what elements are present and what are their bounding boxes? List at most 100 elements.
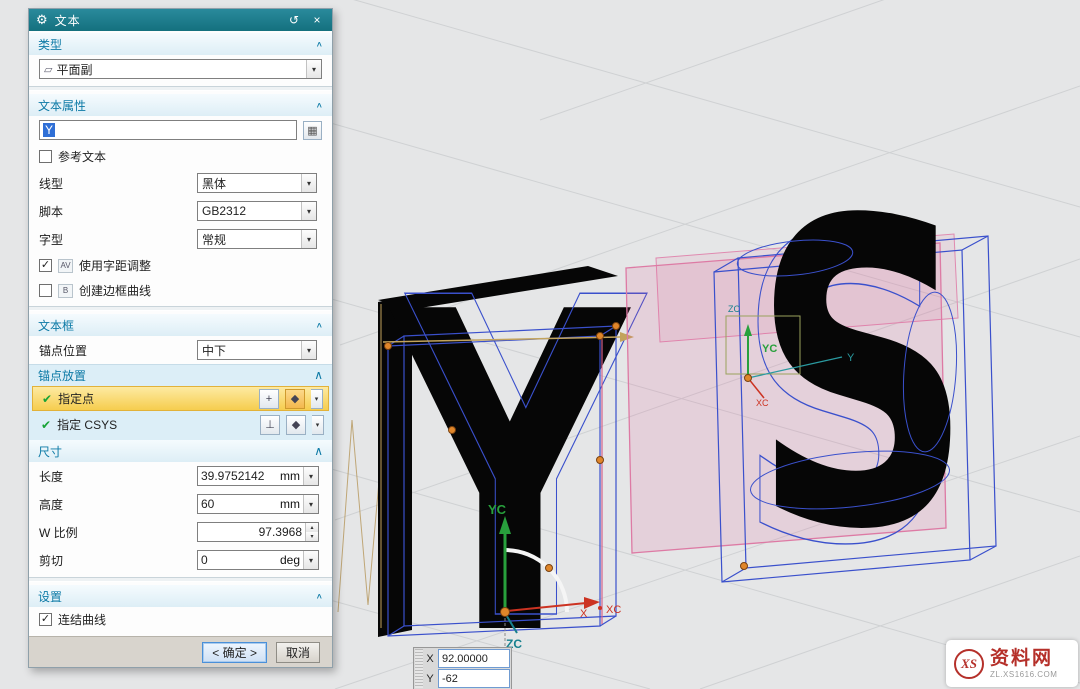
spinner-down-icon[interactable]: ▾ <box>306 532 318 541</box>
specify-point-row[interactable]: ✔ 指定点 + ◆ ▾ <box>32 386 329 411</box>
text-editor-button[interactable]: ▦ <box>303 121 322 140</box>
dialog-titlebar[interactable]: ⚙ 文本 ↺ × <box>29 9 332 31</box>
type-select-value: 平面副 <box>56 61 306 78</box>
chevron-up-icon[interactable]: ∧ <box>314 444 323 458</box>
border-curves-label: 创建边框曲线 <box>79 282 151 299</box>
shear-unit: deg <box>277 553 303 567</box>
watermark-site: ZL.XS1616.COM <box>990 670 1057 679</box>
chevron-up-icon[interactable]: ∧ <box>314 368 323 382</box>
green-check-icon: ✔ <box>41 418 51 432</box>
subsection-header-size[interactable]: 尺寸 ∧ <box>29 440 332 462</box>
gear-icon: ⚙ <box>36 12 48 28</box>
text-props-label: 文本属性 <box>38 97 316 114</box>
text-frame-label: 文本框 <box>38 317 316 334</box>
font-label: 线型 <box>39 175 191 192</box>
reset-icon[interactable]: ↺ <box>286 13 302 27</box>
ok-button[interactable]: < 确定 > <box>202 642 267 663</box>
height-value: 60 <box>198 497 277 511</box>
green-check-icon: ✔ <box>42 392 52 406</box>
reference-text-checkbox[interactable] <box>39 150 52 163</box>
length-row: 长度 39.9752142 mm ▾ <box>29 462 332 490</box>
anchor-position-value: 中下 <box>202 342 301 359</box>
anchor-placement-panel: 锚点放置 ∧ ✔ 指定点 + ◆ ▾ ✔ 指定 CSYS ⊥ ◆ ▾ <box>29 364 332 440</box>
chevron-down-icon[interactable]: ▾ <box>301 174 316 192</box>
point-constructor-button[interactable]: + <box>259 389 279 409</box>
subsection-header-anchor-placement[interactable]: 锚点放置 ∧ <box>29 365 332 385</box>
height-input[interactable]: 60 mm ▾ <box>197 494 319 514</box>
section-divider <box>29 306 332 311</box>
join-curves-label: 连结曲线 <box>58 611 106 628</box>
cancel-button[interactable]: 取消 <box>276 642 320 663</box>
border-curves-checkbox[interactable] <box>39 284 52 297</box>
specify-csys-row[interactable]: ✔ 指定 CSYS ⊥ ◆ ▾ <box>32 412 329 437</box>
kerning-icon: AV <box>58 259 73 273</box>
shear-unit-arrow[interactable]: ▾ <box>303 551 318 569</box>
shear-value: 0 <box>198 553 277 567</box>
specify-point-label: 指定点 <box>58 390 253 407</box>
height-row: 高度 60 mm ▾ <box>29 490 332 518</box>
length-input[interactable]: 39.9752142 mm ▾ <box>197 466 319 486</box>
section-header-text-properties[interactable]: 文本属性 ∧ <box>29 94 332 116</box>
text-dialog: ⚙ 文本 ↺ × 类型 ∧ ▱ 平面副 ▾ 文本属性 ∧ Y ▦ <box>28 8 333 668</box>
y-coordinate-input[interactable]: -62 <box>438 669 510 688</box>
shear-row: 剪切 0 deg ▾ <box>29 546 332 574</box>
section-header-text-frame[interactable]: 文本框 ∧ <box>29 314 332 336</box>
letter-s-face[interactable]: S <box>752 132 973 621</box>
font-select[interactable]: 黑体 ▾ <box>197 173 317 193</box>
x-coordinate-label: X <box>425 653 435 665</box>
watermark-logo: XS <box>954 649 984 679</box>
script-row: 脚本 GB2312 ▾ <box>29 197 332 225</box>
anchor-position-label: 锚点位置 <box>39 342 191 359</box>
length-label: 长度 <box>39 468 191 485</box>
style-select-value: 常规 <box>202 231 301 248</box>
watermark-name: 资料网 <box>990 648 1057 670</box>
script-select[interactable]: GB2312 ▾ <box>197 201 317 221</box>
shear-input[interactable]: 0 deg ▾ <box>197 550 319 570</box>
kerning-checkbox[interactable]: ✓ <box>39 259 52 272</box>
kerning-row: ✓ AV 使用字距调整 <box>29 253 332 278</box>
dialog-footer: < 确定 > 取消 <box>29 636 332 667</box>
chevron-down-icon[interactable]: ▾ <box>301 202 316 220</box>
chevron-up-icon[interactable]: ∧ <box>316 40 323 48</box>
wscale-row: W 比例 97.3968 ▴ ▾ <box>29 518 332 546</box>
chevron-down-icon[interactable]: ▾ <box>301 230 316 248</box>
height-unit-arrow[interactable]: ▾ <box>303 495 318 513</box>
anchor-zc-label: ZC <box>728 304 740 314</box>
type-select[interactable]: ▱ 平面副 ▾ <box>39 59 322 79</box>
section-header-settings[interactable]: 设置 ∧ <box>29 585 332 607</box>
planar-type-icon: ▱ <box>44 63 52 76</box>
csys-dialog-button[interactable]: ◆ <box>286 415 306 435</box>
join-curves-checkbox[interactable]: ✓ <box>39 613 52 626</box>
wscale-stepper[interactable]: ▴ ▾ <box>305 523 318 541</box>
anchor-position-select[interactable]: 中下 ▾ <box>197 340 317 360</box>
length-unit-arrow[interactable]: ▾ <box>303 467 318 485</box>
csys-constructor-button[interactable]: ⊥ <box>260 415 280 435</box>
shear-label: 剪切 <box>39 552 191 569</box>
solid-letter-s[interactable]: S S <box>736 132 973 637</box>
size-label: 尺寸 <box>38 443 314 460</box>
section-divider <box>29 577 332 582</box>
wcs-xc-label: XC <box>606 604 621 616</box>
script-select-value: GB2312 <box>202 204 301 218</box>
type-row: ▱ 平面副 ▾ <box>29 55 332 83</box>
y-coordinate-row: Y -62 <box>425 669 510 688</box>
point-options-arrow[interactable]: ▾ <box>311 389 323 409</box>
csys-options-arrow[interactable]: ▾ <box>312 415 324 435</box>
chevron-up-icon[interactable]: ∧ <box>316 321 323 329</box>
chevron-up-icon[interactable]: ∧ <box>316 101 323 109</box>
point-dialog-button[interactable]: ◆ <box>285 389 305 409</box>
text-value-input[interactable]: Y <box>39 120 297 140</box>
chevron-down-icon[interactable]: ▾ <box>301 341 316 359</box>
close-icon[interactable]: × <box>309 13 325 27</box>
section-header-type[interactable]: 类型 ∧ <box>29 33 332 55</box>
input-box-grip[interactable] <box>415 649 423 688</box>
length-value: 39.9752142 <box>198 469 277 483</box>
chevron-down-icon[interactable]: ▾ <box>306 60 321 78</box>
spinner-up-icon[interactable]: ▴ <box>306 523 318 532</box>
style-select[interactable]: 常规 ▾ <box>197 229 317 249</box>
x-coordinate-row: X 92.00000 <box>425 649 510 668</box>
chevron-up-icon[interactable]: ∧ <box>316 592 323 600</box>
height-unit: mm <box>277 497 303 511</box>
x-coordinate-input[interactable]: 92.00000 <box>438 649 510 668</box>
wscale-input[interactable]: 97.3968 ▴ ▾ <box>197 522 319 542</box>
